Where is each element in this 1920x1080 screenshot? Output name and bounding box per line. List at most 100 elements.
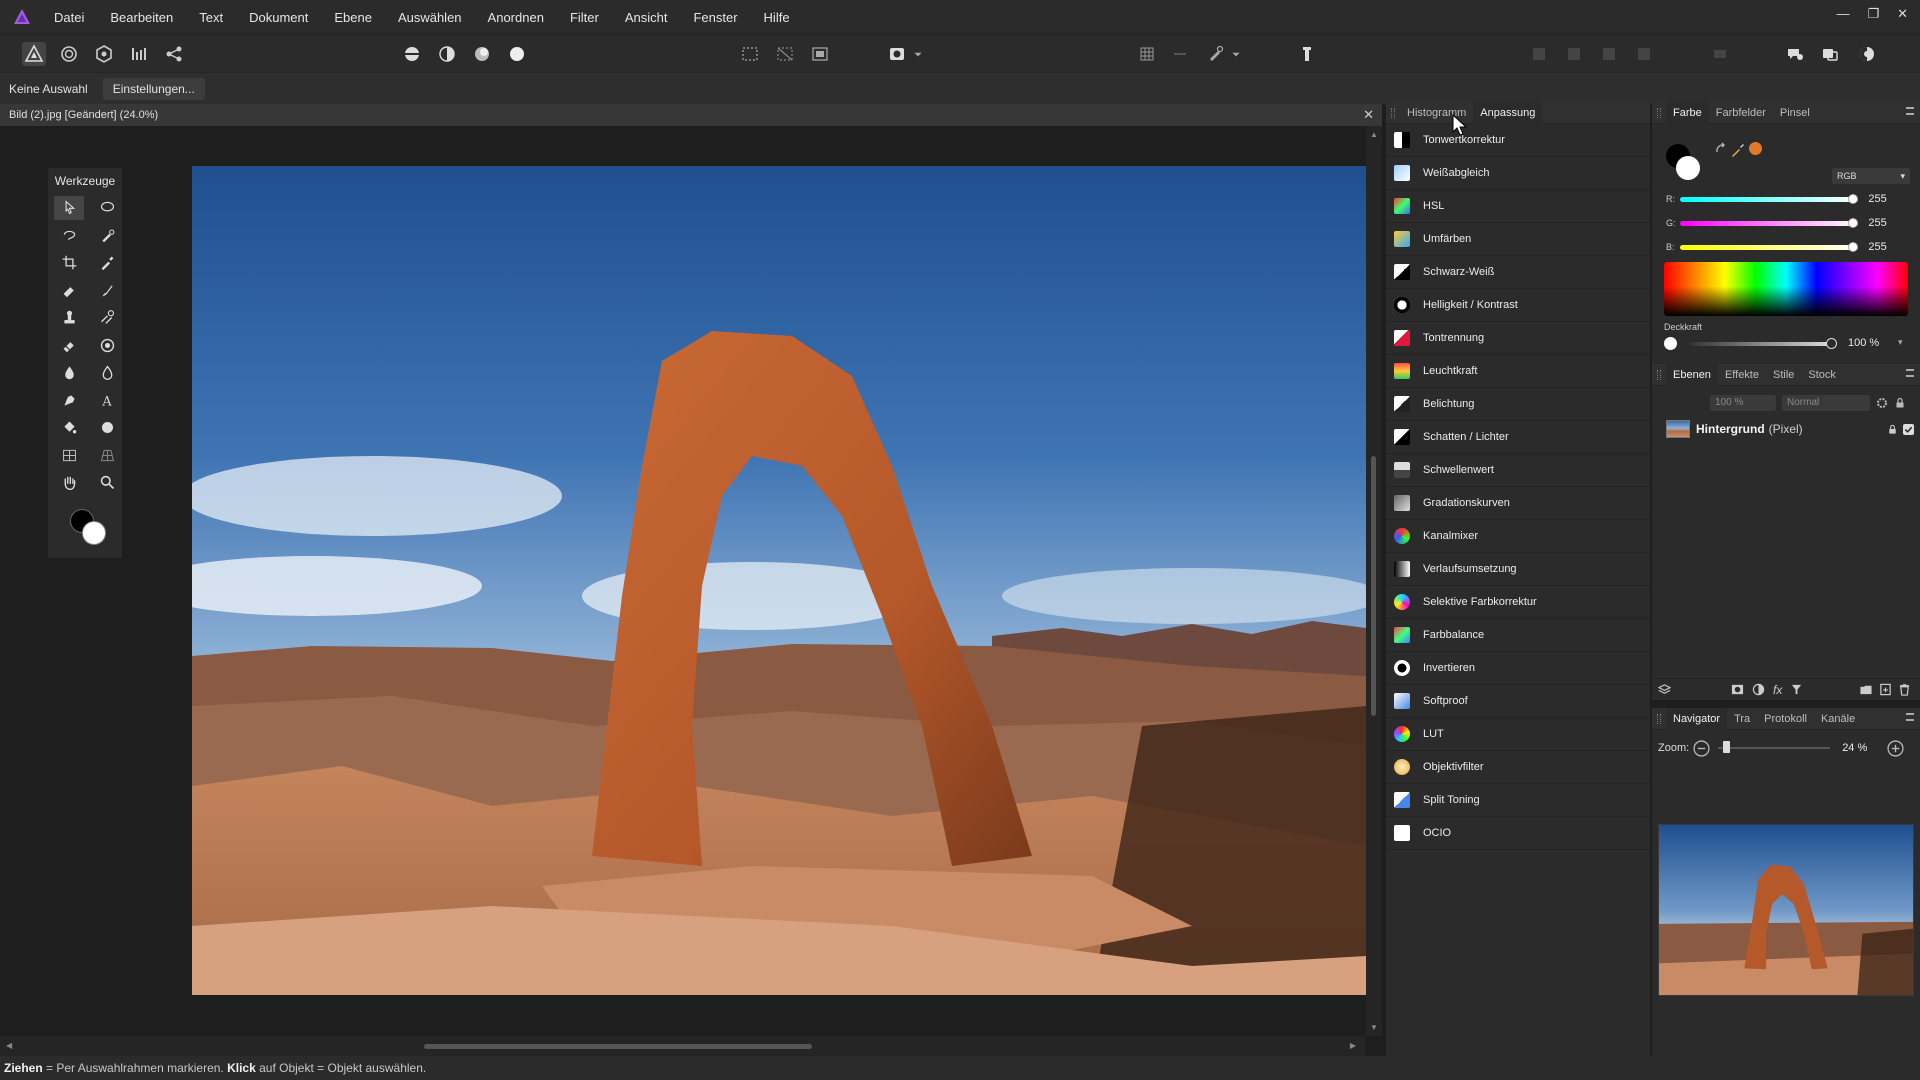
- tab-channels[interactable]: Kanäle: [1814, 708, 1862, 730]
- add-group-icon[interactable]: [1859, 683, 1873, 696]
- color-settings-icon[interactable]: [1855, 42, 1879, 66]
- green-slider[interactable]: [1679, 217, 1859, 228]
- close-window-icon[interactable]: ✕: [1897, 6, 1908, 22]
- adjustment-item-lut[interactable]: LUT: [1386, 718, 1650, 751]
- arrange-forward-icon[interactable]: [1562, 42, 1586, 66]
- color-mode-select[interactable]: RGB: [1832, 168, 1910, 184]
- arrange-front-icon[interactable]: [1527, 42, 1551, 66]
- adjustment-item-selective-color[interactable]: Selektive Farbkorrektur: [1386, 586, 1650, 619]
- selection-brush-tool-icon[interactable]: [88, 222, 126, 250]
- selection-rectangle-icon[interactable]: [738, 42, 762, 66]
- brush-options-icon[interactable]: [1203, 42, 1227, 66]
- crop-tool-icon[interactable]: [50, 249, 88, 277]
- text-tool-icon[interactable]: A: [88, 387, 126, 415]
- fx-layer-icon[interactable]: fx: [1773, 683, 1782, 697]
- paint-brush-tool-icon[interactable]: [88, 277, 126, 305]
- auto-white-balance-icon[interactable]: [505, 42, 529, 66]
- zoom-value[interactable]: 24 %: [1842, 742, 1867, 754]
- user-interface-toggle-icon[interactable]: [1818, 42, 1842, 66]
- mask-layer-icon[interactable]: [1731, 683, 1744, 696]
- tab-adjustment[interactable]: Anpassung: [1473, 101, 1543, 124]
- liquify-persona-icon[interactable]: [57, 42, 81, 66]
- auto-color-icon[interactable]: [470, 42, 494, 66]
- burn-tool-icon[interactable]: [88, 359, 126, 387]
- zoom-out-icon[interactable]: [1693, 739, 1710, 757]
- red-eye-tool-icon[interactable]: [88, 332, 126, 360]
- shape-tool-icon[interactable]: [88, 414, 126, 442]
- zoom-slider[interactable]: [1718, 741, 1831, 755]
- menu-datei[interactable]: Datei: [54, 10, 84, 25]
- adjustment-item-posterize[interactable]: Tontrennung: [1386, 322, 1650, 355]
- document-tab[interactable]: Bild (2).jpg [Geändert] (24.0%) ✕: [0, 104, 1382, 126]
- adjustment-item-hsl[interactable]: HSL: [1386, 190, 1650, 223]
- freehand-selection-tool-icon[interactable]: [50, 222, 88, 250]
- quick-mask-icon[interactable]: [885, 42, 909, 66]
- add-pixel-layer-icon[interactable]: [1879, 683, 1892, 696]
- tab-layers[interactable]: Ebenen: [1666, 363, 1718, 386]
- blend-mode-select[interactable]: Normal: [1782, 395, 1870, 411]
- red-value[interactable]: 255: [1868, 193, 1910, 205]
- transform-icon[interactable]: [1708, 42, 1732, 66]
- opacity-dropdown-icon[interactable]: ▾: [1898, 337, 1903, 348]
- layer-row-background[interactable]: Hintergrund (Pixel): [1662, 416, 1914, 442]
- auto-levels-icon[interactable]: [400, 42, 424, 66]
- green-slider-knob[interactable]: [1848, 217, 1859, 228]
- assistant-icon[interactable]: [1783, 42, 1807, 66]
- delete-layer-icon[interactable]: [1898, 683, 1911, 696]
- invert-selection-icon[interactable]: [808, 42, 832, 66]
- horizontal-scrollbar[interactable]: ◀ ▶: [0, 1036, 1366, 1056]
- adjustment-item-curves[interactable]: Gradationskurven: [1386, 487, 1650, 520]
- minimize-icon[interactable]: —: [1836, 6, 1849, 22]
- tab-brushes[interactable]: Pinsel: [1773, 102, 1817, 124]
- tab-color[interactable]: Farbe: [1666, 101, 1709, 124]
- panel-menu-icon[interactable]: [1906, 713, 1914, 721]
- arrange-back-icon[interactable]: [1632, 42, 1656, 66]
- panel-grip-icon[interactable]: [1657, 713, 1661, 724]
- red-slider-knob[interactable]: [1848, 193, 1859, 204]
- adjustment-item-color-balance[interactable]: Farbbalance: [1386, 619, 1650, 652]
- menu-fenster[interactable]: Fenster: [693, 10, 737, 25]
- brush-options-dropdown-icon[interactable]: [1230, 42, 1242, 66]
- tab-styles[interactable]: Stile: [1766, 364, 1801, 386]
- close-document-icon[interactable]: ✕: [1363, 107, 1374, 123]
- adjustment-layer-icon[interactable]: [1752, 683, 1765, 696]
- adjustment-item-white-balance[interactable]: Weißabgleich: [1386, 157, 1650, 190]
- eraser-tool-icon[interactable]: [50, 277, 88, 305]
- vertical-scroll-thumb[interactable]: [1371, 456, 1376, 716]
- adjustment-item-channel-mixer[interactable]: Kanalmixer: [1386, 520, 1650, 553]
- mesh-warp-tool-icon[interactable]: [50, 442, 88, 470]
- menu-ansicht[interactable]: Ansicht: [625, 10, 668, 25]
- lasso-tool-icon[interactable]: [88, 194, 126, 222]
- layer-settings-icon[interactable]: [1876, 397, 1888, 409]
- tab-stock[interactable]: Stock: [1801, 364, 1843, 386]
- zoom-tool-icon[interactable]: [88, 469, 126, 497]
- adjustment-item-vibrance[interactable]: Leuchtkraft: [1386, 355, 1650, 388]
- snapping-options-icon[interactable]: [1168, 42, 1192, 66]
- pen-tool-icon[interactable]: [50, 387, 88, 415]
- adjustment-item-invert[interactable]: Invertieren: [1386, 652, 1650, 685]
- adjustment-item-gradient-map[interactable]: Verlaufsumsetzung: [1386, 553, 1650, 586]
- adjustment-item-threshold[interactable]: Schwellenwert: [1386, 454, 1650, 487]
- scroll-up-icon[interactable]: ▲: [1370, 130, 1378, 139]
- adjustment-item-recolor[interactable]: Umfärben: [1386, 223, 1650, 256]
- develop-persona-icon[interactable]: [92, 42, 116, 66]
- background-color-swatch[interactable]: [1676, 156, 1700, 180]
- red-slider[interactable]: [1679, 193, 1859, 204]
- panel-menu-icon[interactable]: [1906, 369, 1914, 377]
- adjustment-item-ocio[interactable]: OCIO: [1386, 817, 1650, 850]
- opacity-value[interactable]: 100 %: [1848, 337, 1879, 349]
- snapping-icon[interactable]: [1135, 42, 1159, 66]
- photo-persona-icon[interactable]: [22, 42, 46, 66]
- adjustment-item-brightness-contrast[interactable]: Helligkeit / Kontrast: [1386, 289, 1650, 322]
- healing-brush-tool-icon[interactable]: [88, 304, 126, 332]
- adjustment-item-levels[interactable]: Tonwertkorrektur: [1386, 124, 1650, 157]
- perspective-tool-icon[interactable]: [88, 442, 126, 470]
- alignment-icon[interactable]: [1295, 42, 1319, 66]
- adjustment-item-black-white[interactable]: Schwarz-Weiß: [1386, 256, 1650, 289]
- vertical-scrollbar[interactable]: ▲ ▼: [1366, 126, 1382, 1036]
- menu-anordnen[interactable]: Anordnen: [488, 10, 544, 25]
- layer-lock-icon[interactable]: [1894, 397, 1906, 409]
- layers-stack-icon[interactable]: [1658, 683, 1671, 696]
- fill-tool-icon[interactable]: [50, 414, 88, 442]
- restore-icon[interactable]: ❐: [1867, 6, 1879, 22]
